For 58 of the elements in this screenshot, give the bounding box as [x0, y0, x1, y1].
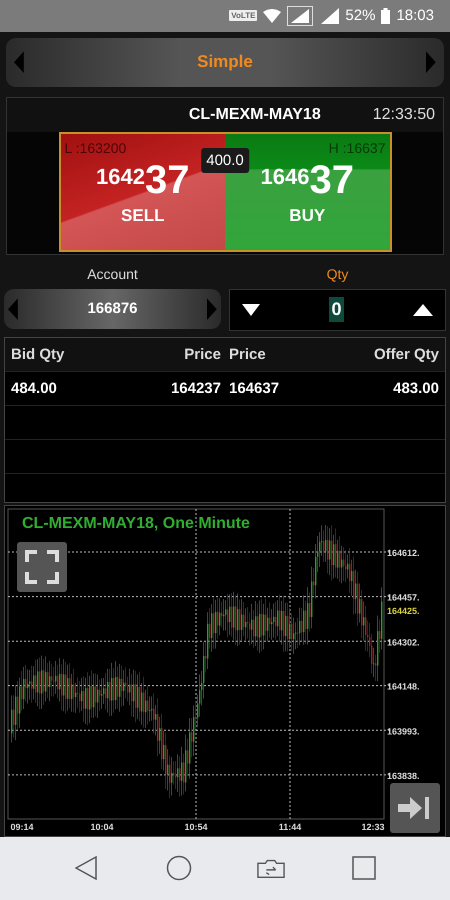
scroll-to-end-button[interactable]	[390, 782, 440, 833]
fullscreen-icon	[25, 550, 59, 584]
price-axis-label: 164612.	[387, 548, 420, 558]
left-arrow-icon	[8, 298, 18, 320]
account-label: Account	[87, 266, 138, 282]
battery-icon	[381, 8, 390, 24]
battery-percent: 52%	[345, 7, 376, 24]
left-arrow-icon	[14, 51, 24, 74]
right-arrow-icon	[426, 51, 436, 74]
right-arrow-icon	[207, 298, 217, 320]
table-cell-text: 164637	[228, 380, 280, 397]
signal-icon	[319, 8, 340, 24]
instrument-symbol: CL-MEXM-MAY18	[188, 106, 321, 124]
down-triangle-icon[interactable]	[242, 304, 260, 316]
signal-icon	[287, 6, 314, 26]
qty-stepper[interactable]: 0	[229, 288, 446, 331]
back-icon	[75, 856, 98, 880]
home-button[interactable]	[164, 854, 193, 882]
time-axis-label: 10:54	[184, 822, 208, 832]
last-price-label: 164425.	[387, 606, 420, 616]
high-price: H :16637	[328, 140, 386, 156]
price-axis-label: 164148.	[387, 681, 420, 692]
mode-label: Simple	[197, 52, 253, 72]
side-label: BUY	[289, 206, 326, 226]
arrow-to-bar-icon	[398, 794, 432, 821]
spread-badge: 400.0	[201, 148, 249, 174]
recents-button[interactable]	[350, 854, 378, 882]
status-time: 18:03	[396, 7, 434, 24]
time-axis-label: 09:14	[10, 822, 34, 832]
column-header: Price	[228, 346, 267, 363]
quote-time: 12:33:50	[372, 106, 435, 124]
time-axis-label: 11:44	[278, 822, 302, 832]
time-axis-label: 10:04	[90, 822, 114, 832]
price-axis-label: 163993.	[387, 726, 420, 736]
swap-icon	[257, 857, 286, 880]
column-header: Price	[183, 346, 222, 363]
fullscreen-button[interactable]	[17, 542, 67, 592]
time-axis-label: 12:33	[361, 822, 385, 832]
table-cell-text: 164237	[170, 380, 222, 397]
price-axis-label: 164457.	[387, 592, 420, 602]
price-axis-label: 164302.	[387, 637, 420, 648]
chart-title: CL-MEXM-MAY18, One Minute	[22, 514, 250, 532]
table-cell-text: 483.00	[392, 380, 439, 397]
account-selector[interactable]: 166876	[4, 288, 221, 329]
side-label: SELL	[121, 206, 164, 226]
up-triangle-icon[interactable]	[412, 304, 433, 316]
qty-field[interactable]: 0	[329, 297, 344, 322]
price-axis-label: 163838.	[387, 770, 420, 781]
column-header: Offer Qty	[372, 346, 439, 363]
column-header: Bid Qty	[11, 346, 66, 363]
account-value: 166876	[87, 300, 138, 318]
low-price: L :163200	[64, 140, 126, 156]
recents-icon	[352, 856, 376, 880]
qty-label: Qty	[326, 266, 348, 282]
home-icon	[166, 855, 192, 882]
wifi-icon	[263, 8, 282, 23]
table-cell-text: 484.00	[11, 380, 58, 397]
volte-badge: VoLTE	[229, 10, 258, 22]
